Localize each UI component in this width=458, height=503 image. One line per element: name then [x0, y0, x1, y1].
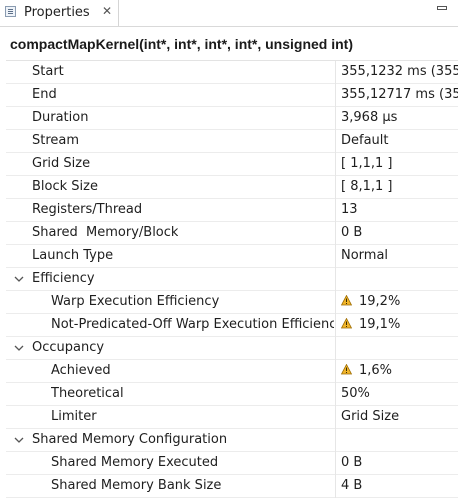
chevron-down-icon[interactable] — [14, 435, 24, 445]
column-divider — [335, 337, 336, 360]
property-name: Duration — [32, 110, 89, 125]
properties-table: Start 355,1232 ms (355 End 355,12717 ms … — [6, 60, 458, 503]
minimize-icon[interactable] — [437, 6, 447, 10]
column-divider — [335, 314, 336, 337]
table-row-group-efficiency[interactable]: Efficiency — [6, 268, 458, 291]
property-name: Shared Memory/Block — [32, 225, 179, 240]
property-value: 13 — [341, 202, 358, 217]
table-row[interactable]: Warp Execution Efficiency 19,2% — [6, 291, 458, 314]
property-value: 4 B — [341, 478, 363, 493]
table-row[interactable]: Block Size [ 8,1,1 ] — [6, 176, 458, 199]
property-value: 19,2% — [359, 294, 401, 309]
property-value-cell: 19,1% — [341, 317, 458, 332]
warning-icon — [341, 318, 352, 329]
property-name: Shared Memory Executed — [51, 455, 219, 470]
table-row[interactable]: Launch Type Normal — [6, 245, 458, 268]
group-name: Efficiency — [32, 271, 95, 286]
property-value: Normal — [341, 248, 389, 263]
column-divider — [335, 84, 336, 107]
table-row[interactable]: Stream Default — [6, 130, 458, 153]
property-value: 355,1232 ms (355 — [341, 64, 458, 79]
property-name: Achieved — [51, 363, 111, 378]
column-divider — [335, 406, 336, 429]
property-name: Block Size — [32, 179, 98, 194]
table-row-group-occupancy[interactable]: Occupancy — [6, 337, 458, 360]
column-divider — [335, 107, 336, 130]
property-name: End — [32, 87, 57, 102]
table-row[interactable]: Shared Memory Executed 0 B — [6, 452, 458, 475]
property-value-cell: 1,6% — [341, 363, 458, 378]
column-divider — [335, 176, 336, 199]
property-value: 0 B — [341, 455, 363, 470]
tab-properties[interactable]: Properties ✕ — [0, 0, 119, 26]
table-row[interactable]: Theoretical 50% — [6, 383, 458, 406]
group-name: Shared Memory Configuration — [32, 432, 228, 447]
property-value: 355,12717 ms (35 — [341, 87, 458, 102]
table-row-group-shared-memory-configuration[interactable]: Shared Memory Configuration — [6, 429, 458, 452]
property-value: 1,6% — [359, 363, 393, 378]
column-divider — [335, 360, 336, 383]
column-divider — [335, 222, 336, 245]
property-value: [ 8,1,1 ] — [341, 179, 393, 194]
property-value: Grid Size — [341, 409, 400, 424]
property-value: [ 1,1,1 ] — [341, 156, 393, 171]
column-divider — [335, 383, 336, 406]
chevron-down-icon[interactable] — [14, 274, 24, 284]
warning-icon — [341, 295, 352, 306]
table-row[interactable]: Not-Predicated-Off Warp Execution Effici… — [6, 314, 458, 337]
close-icon[interactable]: ✕ — [101, 5, 113, 17]
property-name: Start — [32, 64, 64, 79]
property-name: Limiter — [51, 409, 97, 424]
column-divider — [335, 475, 336, 498]
property-name: Launch Type — [32, 248, 114, 263]
property-value: 50% — [341, 386, 370, 401]
kernel-title: compactMapKernel(int*, int*, int*, int*,… — [10, 36, 354, 52]
column-divider — [335, 153, 336, 176]
property-value: 19,1% — [359, 317, 401, 332]
column-divider — [335, 429, 336, 452]
column-divider — [335, 291, 336, 314]
table-row[interactable]: Start 355,1232 ms (355 — [6, 61, 458, 84]
property-value: 0 B — [341, 225, 363, 240]
table-row[interactable]: Limiter Grid Size — [6, 406, 458, 429]
property-name: Registers/Thread — [32, 202, 143, 217]
column-divider — [335, 452, 336, 475]
column-divider — [335, 199, 336, 222]
property-name: Not-Predicated-Off Warp Execution Effici… — [51, 317, 334, 332]
tab-properties-label: Properties — [24, 5, 90, 20]
property-value: 3,968 µs — [341, 110, 398, 125]
property-name: Grid Size — [32, 156, 91, 171]
table-row[interactable]: Shared Memory/Block 0 B — [6, 222, 458, 245]
property-value: Default — [341, 133, 389, 148]
property-name: Warp Execution Efficiency — [51, 294, 220, 309]
warning-icon — [341, 364, 352, 375]
table-row[interactable]: Registers/Thread 13 — [6, 199, 458, 222]
view-tab-bar: Properties ✕ — [0, 0, 458, 27]
properties-icon — [5, 6, 16, 17]
column-divider — [335, 130, 336, 153]
kernel-title-row: compactMapKernel(int*, int*, int*, int*,… — [0, 33, 458, 55]
chevron-down-icon[interactable] — [14, 343, 24, 353]
table-row[interactable]: End 355,12717 ms (35 — [6, 84, 458, 107]
table-row[interactable]: Duration 3,968 µs — [6, 107, 458, 130]
column-divider — [335, 61, 336, 84]
table-row[interactable]: Achieved 1,6% — [6, 360, 458, 383]
property-value-cell: 19,2% — [341, 294, 458, 309]
column-divider — [335, 268, 336, 291]
property-name: Shared Memory Bank Size — [51, 478, 222, 493]
table-row[interactable]: Shared Memory Bank Size 4 B — [6, 475, 458, 498]
table-row[interactable]: Grid Size [ 1,1,1 ] — [6, 153, 458, 176]
group-name: Occupancy — [32, 340, 105, 355]
property-name: Theoretical — [51, 386, 124, 401]
property-name: Stream — [32, 133, 80, 148]
column-divider — [335, 245, 336, 268]
